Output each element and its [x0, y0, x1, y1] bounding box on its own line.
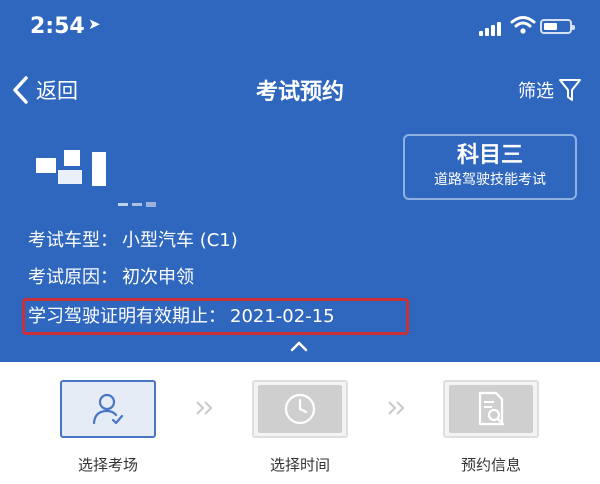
- subject-title: 科目三: [456, 143, 523, 168]
- header-panel: 2:54 ➤ 返回 考试预约 筛选 科目三 道路驾驶技能考试 考试车型： 小型汽…: [0, 0, 600, 362]
- double-chevron-right-icon: [388, 401, 405, 415]
- vehicle-type-label: 考试车型：: [28, 230, 118, 251]
- step-info-box: [443, 380, 539, 438]
- permit-highlight-box: [22, 298, 409, 335]
- subject-subtitle: 道路驾驶技能考试: [434, 172, 546, 188]
- filter-label: 筛选: [518, 81, 554, 102]
- step-time-box: [252, 380, 348, 438]
- battery-icon: [540, 19, 575, 34]
- location-icon: ➤: [88, 15, 101, 33]
- step-time-label: 选择时间: [269, 456, 330, 474]
- exam-reason-row: 考试原因： 初次申领: [28, 266, 194, 290]
- user-check-icon: [92, 393, 124, 425]
- clock-icon: [284, 393, 316, 425]
- document-search-icon: [478, 391, 505, 426]
- step-select-time[interactable]: 选择时间: [252, 380, 348, 475]
- vehicle-type-value: 小型汽车 (C1): [122, 230, 238, 251]
- step-info-label: 预约信息: [460, 456, 521, 474]
- page-title: 考试预约: [255, 80, 344, 105]
- vehicle-type-row: 考试车型： 小型汽车 (C1): [28, 229, 238, 253]
- filter-button[interactable]: 筛选: [518, 74, 582, 106]
- exam-reason-label: 考试原因：: [28, 267, 118, 288]
- wifi-icon: [510, 16, 536, 34]
- double-chevron-right-icon: [196, 401, 213, 415]
- step-booking-info[interactable]: 预约信息: [443, 380, 539, 475]
- chevron-up-icon[interactable]: [289, 340, 309, 352]
- step-venue-label: 选择考场: [77, 456, 138, 474]
- status-time: 2:54: [30, 14, 85, 39]
- cellular-signal-icon: [479, 20, 501, 36]
- subject-card: 科目三 道路驾驶技能考试: [403, 134, 577, 200]
- step-venue-box: [60, 380, 156, 438]
- exam-reason-value: 初次申领: [122, 267, 194, 288]
- step-select-venue[interactable]: 选择考场: [60, 380, 156, 475]
- filter-funnel-icon: [559, 79, 581, 101]
